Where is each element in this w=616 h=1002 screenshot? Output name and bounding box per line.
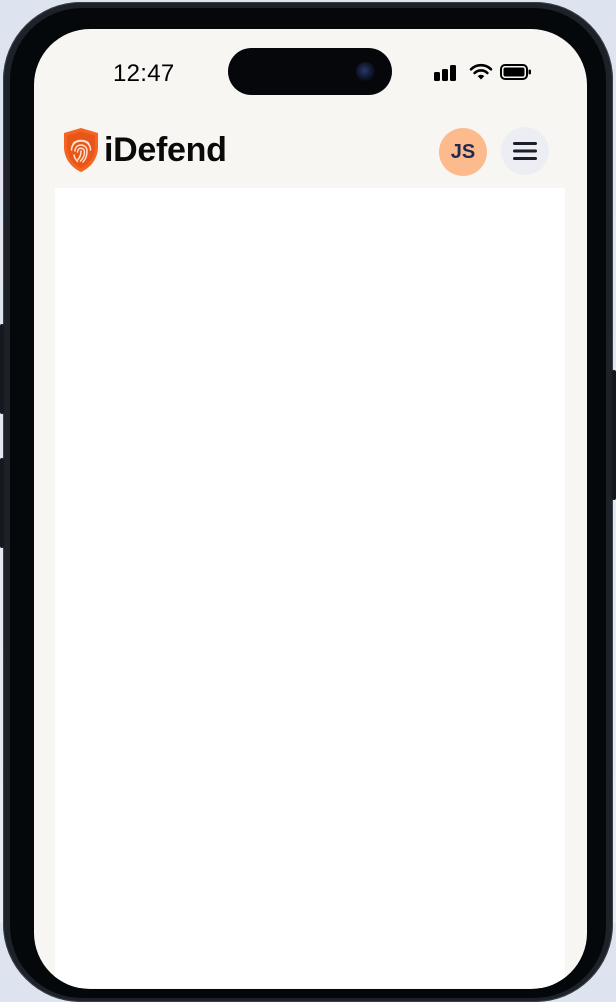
wifi-icon <box>469 63 493 80</box>
logo-text: iDefend <box>104 130 227 169</box>
avatar-initials: JS <box>450 140 476 163</box>
status-time: 12:47 <box>113 60 175 87</box>
side-button-left-bottom <box>0 458 4 548</box>
app-screen: 12:47 iDefend JS <box>34 29 587 989</box>
user-avatar[interactable]: JS <box>439 128 487 176</box>
menu-button[interactable] <box>501 127 549 175</box>
front-camera <box>356 62 375 81</box>
hamburger-menu-icon <box>513 142 537 160</box>
cellular-signal-icon <box>434 65 456 81</box>
main-content-area <box>55 188 565 988</box>
battery-icon <box>500 64 531 80</box>
side-button-right <box>612 370 616 500</box>
status-icons <box>434 63 532 81</box>
fingerprint-shield-icon <box>64 128 98 172</box>
app-logo[interactable]: iDefend <box>62 127 227 173</box>
dynamic-island <box>228 48 392 95</box>
side-button-left-top <box>0 324 4 414</box>
